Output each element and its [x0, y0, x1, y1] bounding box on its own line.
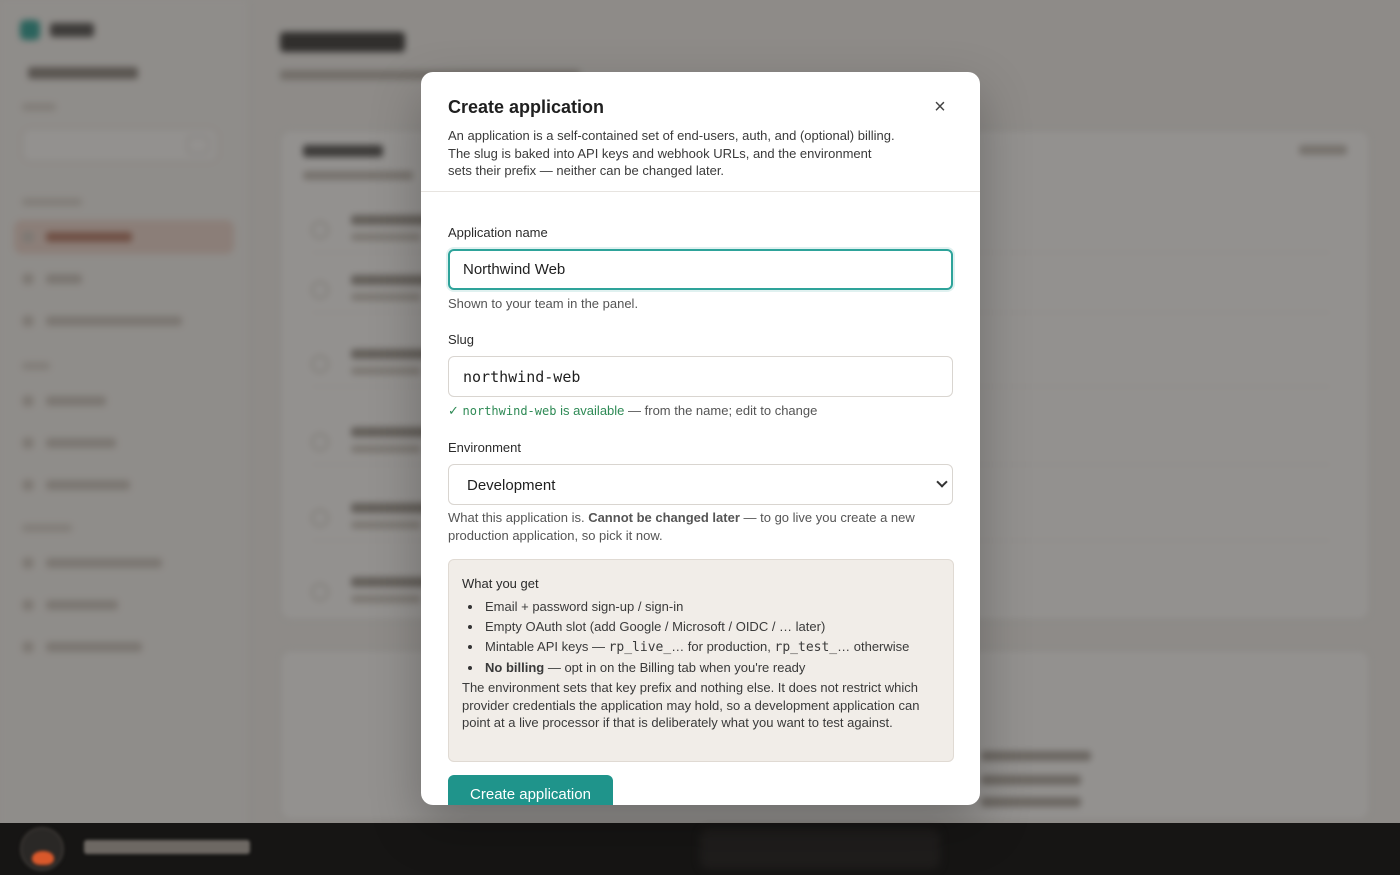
close-icon[interactable]: ×: [929, 96, 951, 118]
chevron-down-icon: [936, 476, 948, 488]
avatar: [20, 827, 64, 871]
modal-title: Create application: [448, 97, 605, 117]
slug-availability-hint: ✓ northwind-web is available — from the …: [448, 402, 817, 420]
environment-hint-prefix: What this application is.: [448, 510, 589, 525]
test-key-prefix: rp_test_: [774, 640, 838, 655]
slug-status-text: is available: [560, 403, 625, 418]
application-name-input[interactable]: [448, 249, 953, 290]
slug-hint-suffix: — from the name; edit to change: [624, 403, 818, 418]
environment-label: Environment: [448, 440, 521, 455]
slug-status: ✓ northwind-web is available: [448, 403, 624, 418]
slug-status-value: northwind-web: [462, 404, 557, 418]
bottom-bar-title: [84, 840, 250, 859]
check-icon: ✓: [448, 403, 459, 418]
api-keys-suffix: … otherwise: [837, 639, 910, 654]
environment-select[interactable]: Development: [448, 464, 953, 505]
environment-hint-bold: Cannot be changed later: [588, 510, 740, 525]
billing-note: — opt in on the Billing tab when you're …: [544, 660, 806, 675]
bottom-bar-panel: [700, 829, 940, 869]
application-name-label: Application name: [448, 225, 548, 240]
environment-hint: What this application is. Cannot be chan…: [448, 509, 948, 545]
slug-input[interactable]: [448, 356, 953, 397]
no-billing-label: No billing: [485, 660, 545, 675]
create-application-button[interactable]: Create application: [448, 775, 613, 805]
bottom-bar: [0, 823, 1400, 875]
list-item: Mintable API keys — rp_live_… for produc…: [467, 637, 910, 658]
api-keys-prefix: Mintable API keys —: [485, 639, 609, 654]
list-item: Empty OAuth slot (add Google / Microsoft…: [467, 617, 909, 637]
environment-selected-value: Development: [467, 477, 556, 494]
api-keys-mid: … for production,: [671, 639, 775, 654]
modal-header: Create application × An application is a…: [421, 72, 980, 192]
list-item: Email + password sign-up / sign-in: [467, 597, 909, 617]
info-box-title: What you get: [462, 576, 539, 591]
features-list: Email + password sign-up / sign-in Empty…: [467, 597, 910, 678]
application-name-hint: Shown to your team in the panel.: [448, 296, 639, 311]
slug-label: Slug: [448, 332, 475, 347]
live-key-prefix: rp_live_: [608, 640, 672, 655]
modal-description: An application is a self-contained set o…: [448, 128, 895, 178]
environment-explanation: The environment sets that key prefix and…: [462, 680, 920, 730]
list-item: No billing — opt in on the Billing tab w…: [467, 658, 909, 678]
create-application-modal: Create application × An application is a…: [421, 72, 980, 805]
what-you-get-box: What you get Email + password sign-up / …: [448, 559, 954, 762]
